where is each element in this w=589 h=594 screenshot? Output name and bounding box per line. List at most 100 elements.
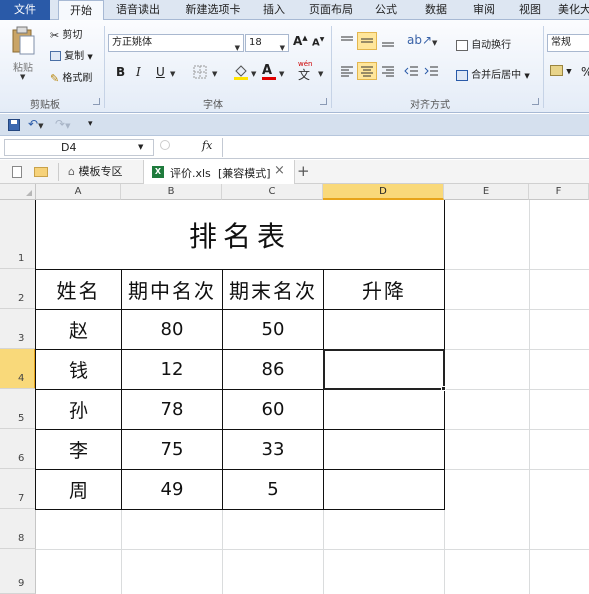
formula-input[interactable] bbox=[222, 138, 589, 157]
row-header-2[interactable]: 2 bbox=[0, 269, 36, 309]
new-tab-button[interactable]: + bbox=[297, 162, 310, 180]
column-header-d[interactable]: D bbox=[323, 184, 444, 200]
row-header-7[interactable]: 7 bbox=[0, 469, 36, 509]
border-button[interactable] bbox=[192, 64, 208, 83]
cell-midterm[interactable]: 49 bbox=[122, 470, 223, 510]
row-header-3[interactable]: 3 bbox=[0, 309, 36, 349]
active-cell-selection[interactable] bbox=[323, 349, 445, 390]
row-header-9[interactable]: 9 bbox=[0, 549, 36, 594]
font-name-select[interactable]: 方正姚体 ▼ bbox=[108, 34, 244, 52]
customize-qat-icon[interactable]: ▾ bbox=[88, 119, 93, 129]
fill-color-button[interactable] bbox=[232, 63, 250, 84]
underline-dropdown-icon[interactable]: ▼ bbox=[170, 70, 175, 78]
format-painter-button[interactable]: ✎ 格式刷 bbox=[50, 69, 92, 85]
increase-indent-button[interactable] bbox=[424, 64, 440, 81]
header-change[interactable]: 升降 bbox=[324, 270, 445, 310]
header-midterm-rank[interactable]: 期中名次 bbox=[122, 270, 223, 310]
cell-final[interactable]: 33 bbox=[223, 430, 324, 470]
row-header-4[interactable]: 4 bbox=[0, 349, 36, 389]
orientation-dropdown-icon[interactable]: ▼ bbox=[432, 39, 437, 47]
cell-final[interactable]: 86 bbox=[223, 350, 324, 390]
paste-dropdown-icon[interactable]: ▼ bbox=[20, 73, 25, 81]
name-box[interactable]: D4 ▼ bbox=[4, 139, 154, 156]
header-final-rank[interactable]: 期末名次 bbox=[223, 270, 324, 310]
wrap-text-button[interactable]: 自动换行 bbox=[456, 36, 511, 51]
tab-review[interactable]: 审阅 bbox=[466, 0, 502, 20]
column-header-e[interactable]: E bbox=[444, 184, 529, 200]
decrease-indent-button[interactable] bbox=[404, 64, 420, 81]
column-header-b[interactable]: B bbox=[121, 184, 222, 200]
bold-button[interactable]: B bbox=[116, 65, 125, 79]
cell-final[interactable]: 60 bbox=[223, 390, 324, 430]
header-name[interactable]: 姓名 bbox=[36, 270, 122, 310]
cell-change[interactable] bbox=[324, 390, 445, 430]
tab-view[interactable]: 视图 bbox=[512, 0, 548, 20]
font-color-dropdown-icon[interactable]: ▼ bbox=[279, 70, 284, 78]
row-header-6[interactable]: 6 bbox=[0, 429, 36, 469]
redo-button[interactable]: ↷▼ bbox=[55, 117, 70, 131]
cell-midterm[interactable]: 12 bbox=[122, 350, 223, 390]
cell-change[interactable] bbox=[324, 470, 445, 510]
tab-speech[interactable]: 语音读出 bbox=[108, 0, 168, 20]
insert-function-button[interactable]: fx bbox=[202, 139, 212, 152]
font-launcher-icon[interactable] bbox=[320, 98, 327, 105]
save-button[interactable] bbox=[8, 119, 20, 134]
align-middle-button[interactable] bbox=[357, 32, 377, 50]
merge-center-button[interactable]: 合并后居中 ▼ bbox=[456, 66, 530, 81]
underline-button[interactable]: U bbox=[156, 65, 165, 79]
tab-home[interactable]: 开始 bbox=[58, 0, 104, 21]
fill-handle[interactable] bbox=[441, 386, 446, 391]
paste-button[interactable] bbox=[8, 24, 38, 61]
new-document-icon[interactable] bbox=[12, 166, 22, 178]
tab-formulas[interactable]: 公式 bbox=[368, 0, 404, 20]
tab-beautify[interactable]: 美化大 bbox=[558, 0, 589, 20]
clipboard-launcher-icon[interactable] bbox=[93, 98, 100, 105]
fill-color-dropdown-icon[interactable]: ▼ bbox=[251, 70, 256, 78]
shrink-font-button[interactable]: A▼ bbox=[312, 36, 324, 48]
template-zone-tab[interactable]: ⌂ 模板专区 bbox=[68, 164, 122, 180]
document-tab-active[interactable]: X 评价.xls [兼容模式] × bbox=[143, 160, 295, 184]
cell-final[interactable]: 5 bbox=[223, 470, 324, 510]
font-color-button[interactable]: A bbox=[262, 63, 276, 80]
cut-button[interactable]: ✂ 剪切 bbox=[50, 26, 82, 42]
cell-midterm[interactable]: 78 bbox=[122, 390, 223, 430]
cell-name[interactable]: 孙 bbox=[36, 390, 122, 430]
phonetic-dropdown-icon[interactable]: ▼ bbox=[318, 70, 323, 78]
close-tab-button[interactable]: × bbox=[274, 163, 285, 178]
select-all-corner[interactable] bbox=[0, 184, 36, 200]
row-header-5[interactable]: 5 bbox=[0, 389, 36, 429]
italic-button[interactable]: I bbox=[136, 65, 141, 79]
percent-button[interactable]: % bbox=[581, 65, 589, 79]
spreadsheet-grid[interactable]: A B C D E F 1 2 3 4 5 6 7 8 9 排名表 姓名 期中名… bbox=[0, 184, 589, 594]
row-header-1[interactable]: 1 bbox=[0, 200, 36, 269]
cell-name[interactable]: 周 bbox=[36, 470, 122, 510]
column-header-c[interactable]: C bbox=[222, 184, 323, 200]
alignment-launcher-icon[interactable] bbox=[532, 98, 539, 105]
orientation-button[interactable]: ab↗ bbox=[407, 33, 432, 47]
tab-file[interactable]: 文件 bbox=[0, 0, 50, 20]
tab-insert[interactable]: 插入 bbox=[256, 0, 292, 20]
cell-change[interactable] bbox=[324, 310, 445, 350]
border-dropdown-icon[interactable]: ▼ bbox=[212, 70, 217, 78]
align-left-button[interactable] bbox=[339, 64, 355, 81]
cell-midterm[interactable]: 75 bbox=[122, 430, 223, 470]
column-header-a[interactable]: A bbox=[36, 184, 121, 200]
cell-change[interactable] bbox=[324, 430, 445, 470]
grow-font-button[interactable]: A▲ bbox=[293, 34, 308, 48]
cell-name[interactable]: 钱 bbox=[36, 350, 122, 390]
align-center-button[interactable] bbox=[357, 62, 377, 80]
name-box-dropdown-icon[interactable]: ▼ bbox=[138, 143, 143, 151]
currency-button[interactable]: ▼ bbox=[550, 65, 572, 77]
align-bottom-button[interactable] bbox=[380, 34, 396, 51]
tab-page-layout[interactable]: 页面布局 bbox=[302, 0, 360, 20]
align-top-button[interactable] bbox=[339, 34, 355, 51]
row-header-8[interactable]: 8 bbox=[0, 509, 36, 549]
cell-midterm[interactable]: 80 bbox=[122, 310, 223, 350]
font-size-select[interactable]: 18 ▼ bbox=[245, 34, 289, 52]
number-format-select[interactable]: 常规 bbox=[547, 34, 589, 52]
phonetic-button[interactable]: wén 文 bbox=[298, 60, 312, 83]
column-header-f[interactable]: F bbox=[529, 184, 589, 200]
tab-data[interactable]: 数据 bbox=[418, 0, 454, 20]
table-title[interactable]: 排名表 bbox=[36, 200, 445, 270]
cell-name[interactable]: 赵 bbox=[36, 310, 122, 350]
